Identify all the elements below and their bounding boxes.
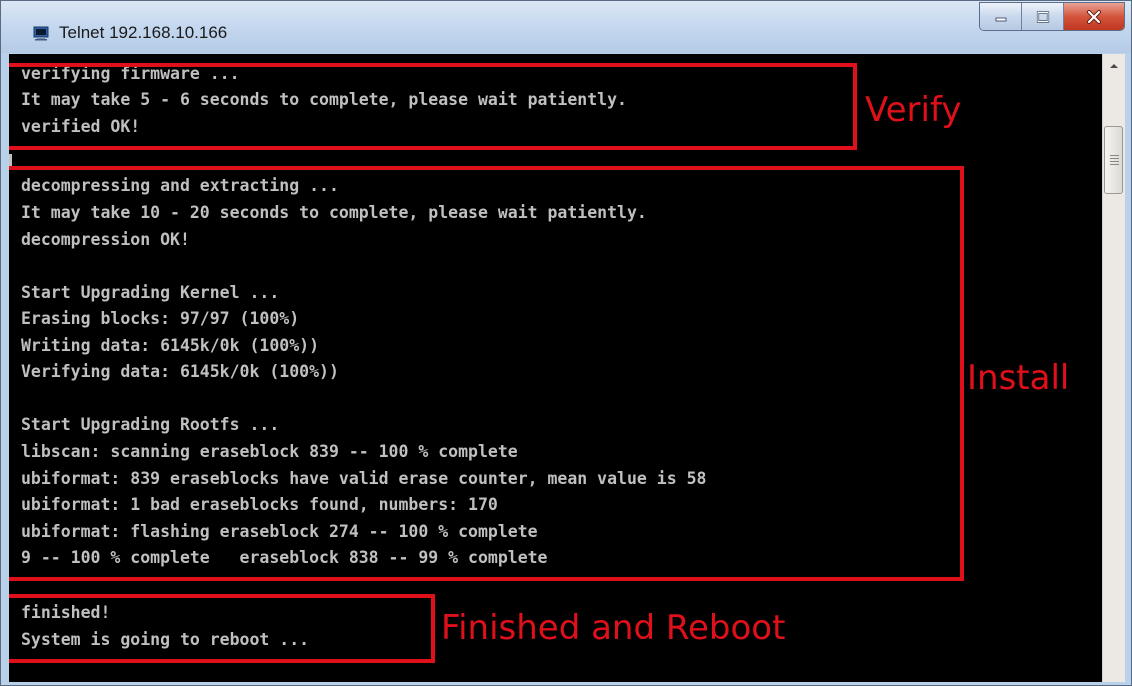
install-label: Install	[967, 358, 1070, 398]
terminal-icon	[33, 26, 49, 41]
close-button[interactable]	[1064, 3, 1124, 30]
maximize-button[interactable]	[1022, 3, 1064, 30]
title-bar[interactable]: Telnet 192.168.10.166	[1, 1, 1131, 53]
close-icon	[1087, 9, 1101, 24]
verify-highlight-box	[9, 63, 857, 150]
verify-label: Verify	[865, 90, 962, 130]
finished-highlight-box	[9, 594, 435, 663]
scroll-thumb[interactable]	[1104, 126, 1123, 194]
window-controls	[979, 2, 1125, 31]
scroll-up-button[interactable]	[1103, 54, 1125, 78]
window-title: Telnet 192.168.10.166	[59, 23, 228, 42]
minimize-icon	[995, 17, 1006, 21]
finished-reboot-label: Finished and Reboot	[441, 608, 786, 648]
minimize-button[interactable]	[980, 3, 1022, 30]
install-highlight-box	[9, 166, 964, 581]
vertical-scrollbar[interactable]	[1102, 54, 1125, 682]
chevron-up-icon	[1110, 64, 1118, 68]
maximize-icon	[1036, 10, 1049, 23]
telnet-window: Telnet 192.168.10.166 verifying firmware…	[0, 0, 1132, 686]
terminal-output[interactable]: verifying firmware ... It may take 5 - 6…	[9, 54, 1102, 682]
